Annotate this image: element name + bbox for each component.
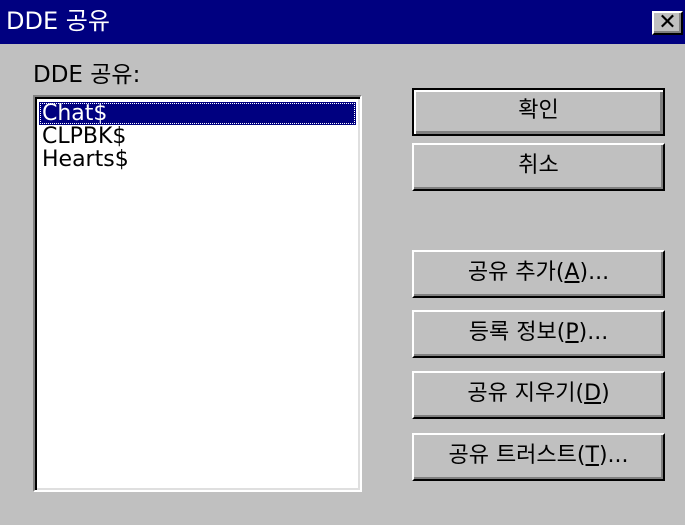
properties-mnemonic: P: [565, 320, 579, 345]
trust-share-label: 공유 트러스트(: [448, 443, 586, 468]
dde-share-dialog: DDE 공유 ✕ DDE 공유: Chat$ CLPBK$ Hearts$ 확인…: [0, 0, 685, 525]
trust-share-mnemonic: T: [585, 443, 599, 468]
properties-label-suffix: )...: [578, 320, 609, 345]
share-listbox[interactable]: Chat$ CLPBK$ Hearts$: [33, 95, 362, 492]
trust-share-label-suffix: )...: [598, 443, 629, 468]
properties-label: 등록 정보(: [468, 320, 566, 345]
trust-share-button[interactable]: 공유 트러스트(T)...: [412, 433, 665, 481]
cancel-button[interactable]: 취소: [412, 143, 665, 191]
delete-share-label: 공유 지우기(: [467, 381, 585, 406]
add-share-mnemonic: A: [564, 260, 580, 285]
delete-share-button[interactable]: 공유 지우기(D): [412, 371, 665, 419]
properties-button[interactable]: 등록 정보(P)...: [412, 310, 665, 358]
cancel-button-label: 취소: [518, 153, 559, 178]
close-button[interactable]: ✕: [652, 11, 683, 35]
add-share-button[interactable]: 공유 추가(A)...: [412, 250, 665, 298]
ok-button-label: 확인: [518, 98, 559, 123]
ok-button[interactable]: 확인: [412, 88, 665, 136]
delete-share-label-suffix: ): [601, 381, 610, 406]
close-icon: ✕: [658, 10, 677, 35]
list-item[interactable]: CLPBK$: [39, 125, 126, 148]
share-list-label: DDE 공유:: [33, 62, 141, 88]
list-item[interactable]: Hearts$: [39, 148, 129, 171]
window-title: DDE 공유: [6, 7, 110, 35]
list-item[interactable]: Chat$: [39, 102, 356, 125]
add-share-label: 공유 추가(: [467, 260, 565, 285]
title-bar[interactable]: DDE 공유 ✕: [0, 0, 685, 44]
delete-share-mnemonic: D: [584, 381, 602, 406]
add-share-label-suffix: )...: [579, 260, 610, 285]
